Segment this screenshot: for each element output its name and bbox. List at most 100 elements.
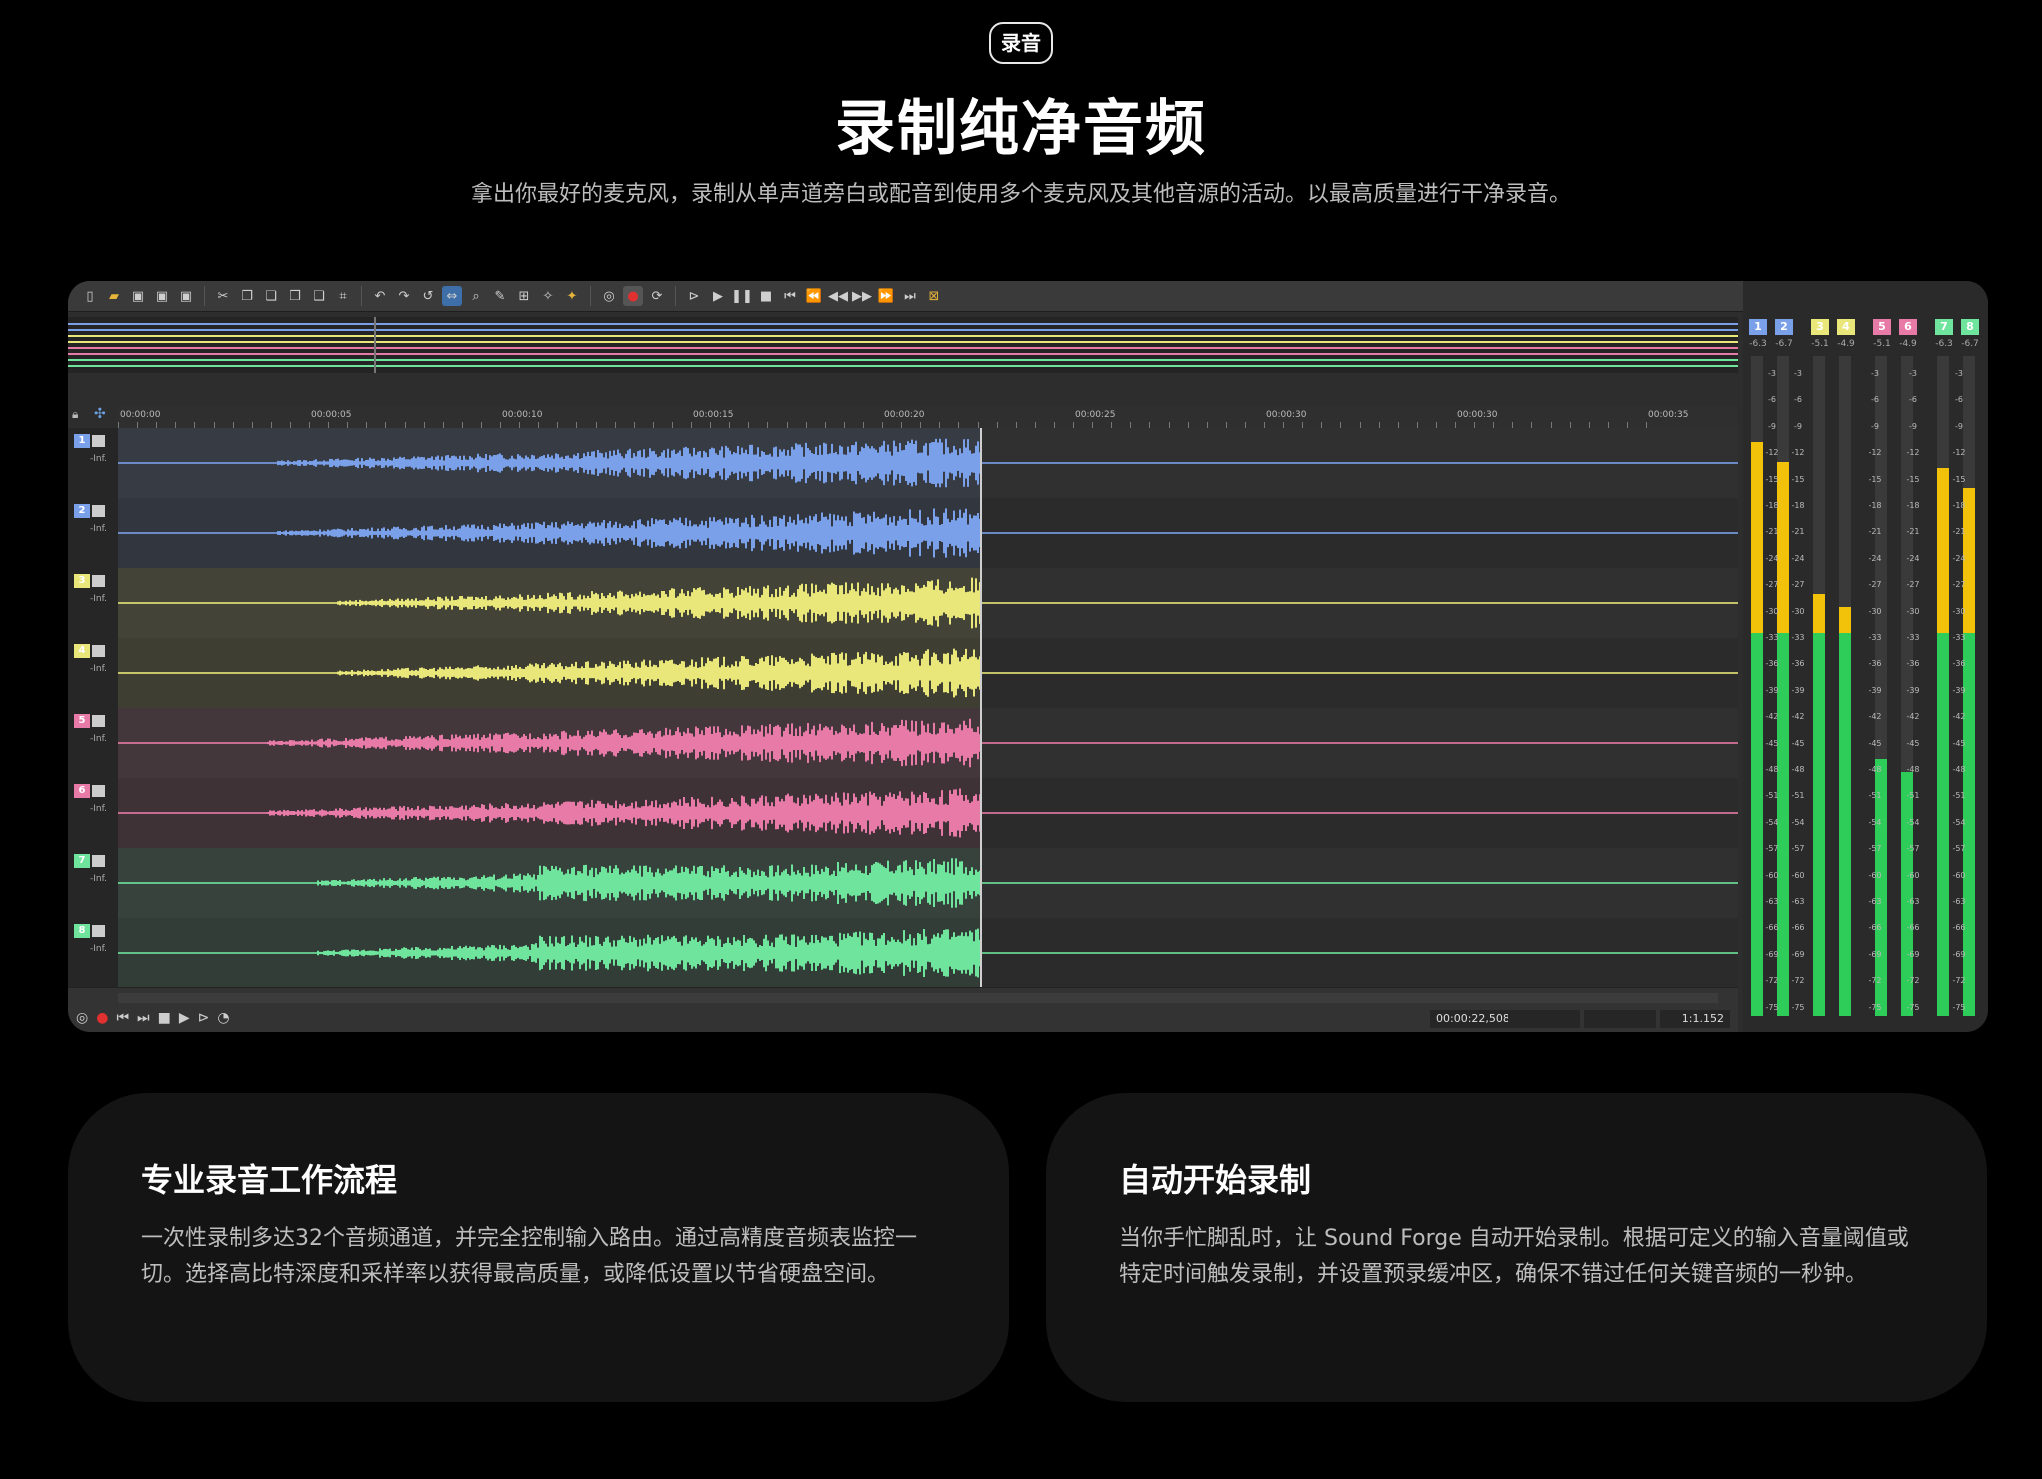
magnify-tool-icon[interactable]: ⌕ — [466, 286, 486, 306]
track-mute-button[interactable] — [92, 575, 105, 587]
lock-icon[interactable]: 🔒︎ — [72, 407, 78, 422]
track-mute-button[interactable] — [92, 645, 105, 657]
undo-icon[interactable]: ↶ — [370, 286, 390, 306]
repeat-icon[interactable]: ↺ — [418, 286, 438, 306]
track-number[interactable]: 8 — [74, 924, 90, 938]
time-ruler[interactable]: 00:00:00 00:00:05 00:00:10 00:00:15 00:00:20… — [118, 406, 1738, 429]
meter-scale-label: -12 — [1906, 448, 1920, 458]
save-all-icon[interactable]: ▣ — [176, 286, 196, 306]
play-icon[interactable]: ▶ — [708, 286, 728, 306]
meter-scale-label: -42 — [1906, 712, 1920, 722]
play-icon[interactable]: ▶ — [179, 1010, 190, 1026]
track-number[interactable]: 1 — [74, 434, 90, 448]
stop-icon[interactable]: ■ — [756, 286, 776, 306]
save-as-icon[interactable]: ▣ — [152, 286, 172, 306]
meter-scale-label: -69 — [1906, 949, 1920, 959]
rewind-icon[interactable]: ◀◀ — [828, 286, 848, 306]
track-number[interactable]: 3 — [74, 574, 90, 588]
loop-icon[interactable]: ◔ — [217, 1010, 229, 1026]
meter-level-bar — [1813, 633, 1825, 1016]
redo-icon[interactable]: ↷ — [394, 286, 414, 306]
track-mute-button[interactable] — [92, 925, 105, 937]
meter-peak: -4.9 — [1837, 339, 1855, 349]
meter-scale-label: -63 — [1791, 897, 1805, 906]
snap-icon[interactable]: ✦ — [562, 286, 582, 306]
track-number[interactable]: 7 — [74, 854, 90, 868]
feature-card-workflow: 专业录音工作流程 一次性录制多达32个音频通道，并完全控制输入路由。通过高精度音… — [68, 1093, 1009, 1402]
settings-icon[interactable]: ⊠ — [924, 286, 944, 306]
record-icon[interactable]: ● — [623, 286, 643, 306]
event-tool-icon[interactable]: ⊞ — [514, 286, 534, 306]
meter-scale-label: -15 — [1791, 474, 1805, 484]
next-icon[interactable]: ⏩ — [876, 286, 896, 306]
meter-scale-label: -12 — [1791, 448, 1805, 458]
new-file-icon[interactable]: ▯ — [80, 286, 100, 306]
go-start-icon[interactable]: ⏮ — [780, 286, 800, 306]
track-mute-button[interactable] — [92, 505, 105, 517]
edit-tool-icon[interactable]: ⇔ — [442, 286, 462, 306]
save-icon[interactable]: ▣ — [128, 286, 148, 306]
prev-icon[interactable]: ⏪ — [804, 286, 824, 306]
track-mute-button[interactable] — [92, 435, 105, 447]
track-number[interactable]: 6 — [74, 784, 90, 798]
meter-scale-label: -27 — [1952, 580, 1966, 590]
meter-scale-label: -57 — [1765, 844, 1779, 854]
section-badge: 录音 — [989, 22, 1053, 64]
meter-scale-label: -42 — [1868, 712, 1882, 722]
meter-scale-label: -45 — [1791, 738, 1805, 748]
track-number[interactable]: 4 — [74, 644, 90, 658]
meter-scale-label: -33 — [1906, 633, 1920, 642]
meter-peak: -6.7 — [1775, 339, 1793, 349]
go-end-icon[interactable]: ⏭ — [900, 286, 920, 306]
stop-icon[interactable]: ■ — [158, 1010, 171, 1026]
forward-icon[interactable]: ▶▶ — [852, 286, 872, 306]
record-arm-icon[interactable]: ◎ — [76, 1010, 88, 1026]
copy-icon[interactable]: ❐ — [237, 286, 257, 306]
record-icon[interactable]: ● — [96, 1010, 108, 1026]
meter-scale-label: -66 — [1765, 923, 1779, 933]
meter-scale-label: -6 — [1794, 395, 1802, 405]
ruler-label: 00:00:15 — [693, 410, 734, 420]
pencil-tool-icon[interactable]: ✎ — [490, 286, 510, 306]
meter-scale-label: -57 — [1952, 844, 1966, 854]
record-arm-icon[interactable]: ◎ — [599, 286, 619, 306]
paste-icon[interactable]: ❏ — [261, 286, 281, 306]
meter-level-bar-warning — [1751, 441, 1763, 634]
track-mute-button[interactable] — [92, 785, 105, 797]
go-end-icon[interactable]: ⏭ — [137, 1010, 150, 1026]
track-mute-button[interactable] — [92, 715, 105, 727]
track-number[interactable]: 5 — [74, 714, 90, 728]
horizontal-scrollbar[interactable] — [118, 993, 1718, 1003]
meter-channel-label: 5 — [1873, 319, 1891, 335]
meter-scale-label: -3 — [1871, 369, 1879, 378]
selection-start-field — [1508, 1010, 1580, 1028]
meter-scale-label: -36 — [1868, 659, 1882, 669]
crop-icon[interactable]: ⌗ — [333, 286, 353, 306]
meter-level-bar-warning — [1813, 593, 1825, 634]
paste-special-icon[interactable]: ❑ — [309, 286, 329, 306]
meter-scale-label: -18 — [1952, 501, 1966, 510]
snap-cursor-icon[interactable]: ✣ — [94, 406, 106, 422]
meter-scale-label: -69 — [1868, 949, 1882, 959]
cut-icon[interactable]: ✂ — [213, 286, 233, 306]
track-lanes[interactable] — [118, 428, 1738, 988]
envelope-tool-icon[interactable]: ✧ — [538, 286, 558, 306]
meter-scale-label: -24 — [1906, 553, 1920, 563]
meter-scale-label: -75 — [1868, 1002, 1882, 1012]
meter-scale-label: -66 — [1791, 923, 1805, 933]
meter-channel-label: 3 — [1811, 319, 1829, 335]
track-number[interactable]: 2 — [74, 504, 90, 518]
mix-icon[interactable]: ❒ — [285, 286, 305, 306]
play-all-icon[interactable]: ⊳ — [684, 286, 704, 306]
playhead-cursor[interactable] — [980, 428, 982, 988]
play-all-icon[interactable]: ⊳ — [198, 1010, 210, 1026]
meter-channel-label: 8 — [1961, 319, 1979, 335]
loop-icon[interactable]: ⟳ — [647, 286, 667, 306]
track-mute-button[interactable] — [92, 855, 105, 867]
meter-peak: -4.9 — [1899, 339, 1917, 349]
pause-icon[interactable]: ❚❚ — [731, 286, 753, 306]
open-folder-icon[interactable]: ▰ — [104, 286, 124, 306]
overview-bar[interactable] — [68, 317, 1738, 373]
go-start-icon[interactable]: ⏮ — [116, 1010, 129, 1026]
meter-scale-label: -30 — [1765, 606, 1779, 616]
